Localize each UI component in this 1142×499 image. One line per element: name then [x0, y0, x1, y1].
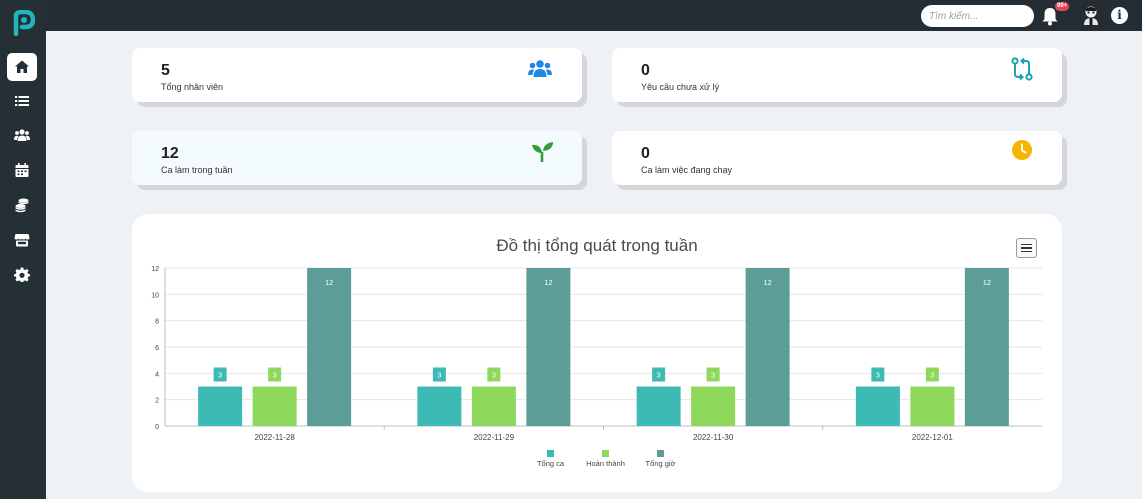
stat-label: Ca làm trong tuần — [161, 165, 233, 175]
app-logo-icon[interactable] — [11, 10, 35, 36]
sidebar-item-calendar[interactable] — [7, 156, 37, 184]
stat-value: 0 — [641, 145, 650, 162]
y-tick-label: 0 — [155, 424, 159, 431]
stat-value: 0 — [641, 62, 650, 79]
y-tick-label: 4 — [155, 371, 159, 378]
home-icon — [15, 60, 29, 73]
bar-tổng-giờ — [526, 268, 571, 426]
data-label: 12 — [325, 278, 333, 287]
y-tick-label: 8 — [155, 319, 159, 326]
legend-swatch — [547, 450, 554, 457]
y-tick-label: 10 — [151, 292, 159, 299]
topbar: 99+ i — [46, 0, 1142, 31]
sidebar — [0, 0, 46, 499]
legend-label: Tổng ca — [537, 459, 565, 468]
users-icon — [528, 60, 552, 77]
users-icon — [14, 129, 30, 141]
data-label: 3 — [930, 371, 934, 380]
bar-tổng-ca — [417, 386, 462, 426]
x-tick-label: 2022-12-01 — [912, 433, 953, 442]
stat-card-running-shifts: 0 Ca làm việc đang chạy — [612, 131, 1062, 185]
sidebar-item-users[interactable] — [7, 121, 37, 149]
y-tick-label: 12 — [151, 266, 159, 273]
x-tick-label: 2022-11-28 — [254, 433, 295, 442]
bar-tổng-ca — [636, 386, 681, 426]
sidebar-item-list[interactable] — [7, 87, 37, 115]
stat-card-weekly-shifts: 12 Ca làm trong tuần — [132, 131, 582, 185]
data-label: 3 — [437, 371, 441, 380]
data-label: 3 — [273, 371, 277, 380]
stat-card-pending-requests: 0 Yêu cầu chưa xử lý — [612, 48, 1062, 102]
list-icon — [15, 96, 29, 106]
bar-hoàn-thành — [471, 386, 516, 426]
sidebar-item-home[interactable] — [7, 53, 37, 81]
legend-label: Hoàn thành — [586, 459, 625, 468]
coins-icon — [15, 198, 29, 213]
bar-tổng-giờ — [745, 268, 790, 426]
sidebar-item-store[interactable] — [7, 226, 37, 254]
stat-card-employees: 5 Tổng nhân viên — [132, 48, 582, 102]
stat-label: Yêu cầu chưa xử lý — [641, 82, 720, 92]
y-tick-label: 6 — [155, 345, 159, 352]
clock-icon — [1012, 140, 1032, 160]
bar-tổng-giờ — [307, 268, 352, 426]
store-icon — [14, 234, 30, 247]
bar-hoàn-thành — [910, 386, 955, 426]
legend-swatch — [657, 450, 664, 457]
sidebar-item-settings[interactable] — [7, 261, 37, 289]
search-input[interactable] — [921, 5, 1034, 27]
bar-hoàn-thành — [691, 386, 736, 426]
bar-tổng-giờ — [964, 268, 1009, 426]
bar-tổng-ca — [855, 386, 900, 426]
legend-label: Tổng giờ — [646, 459, 676, 468]
chart-panel: Đồ thị tổng quát trong tuần 0 2 4 6 8 10 12 3 3 1… — [132, 214, 1062, 492]
stat-label: Tổng nhân viên — [161, 82, 224, 92]
data-label: 12 — [763, 278, 771, 287]
stat-label: Ca làm việc đang chạy — [641, 165, 733, 175]
bar-hoàn-thành — [252, 386, 297, 426]
data-label: 3 — [876, 371, 880, 380]
x-tick-label: 2022-11-30 — [693, 433, 734, 442]
data-label: 3 — [492, 371, 496, 380]
git-compare-icon — [1011, 57, 1033, 81]
data-label: 12 — [544, 278, 552, 287]
legend-swatch — [602, 450, 609, 457]
bar-tổng-ca — [198, 386, 243, 426]
data-label: 3 — [657, 371, 661, 380]
y-tick-label: 2 — [155, 398, 159, 405]
gear-icon — [14, 267, 30, 283]
avatar[interactable] — [1080, 4, 1102, 26]
notification-badge: 99+ — [1055, 2, 1070, 11]
calendar-icon — [15, 163, 29, 177]
data-label: 3 — [711, 371, 715, 380]
data-label: 3 — [218, 371, 222, 380]
data-label: 12 — [983, 278, 991, 287]
bar-chart: 0 2 4 6 8 10 12 3 3 12 2022-11-28 3 3 12 2022-11-29 3 3 1… — [151, 266, 1042, 468]
info-button[interactable]: i — [1111, 7, 1128, 24]
seedling-icon — [532, 142, 553, 162]
x-tick-label: 2022-11-29 — [474, 433, 515, 442]
stat-value: 12 — [161, 145, 179, 162]
stat-value: 5 — [161, 62, 170, 79]
sidebar-item-coins[interactable] — [7, 191, 37, 219]
